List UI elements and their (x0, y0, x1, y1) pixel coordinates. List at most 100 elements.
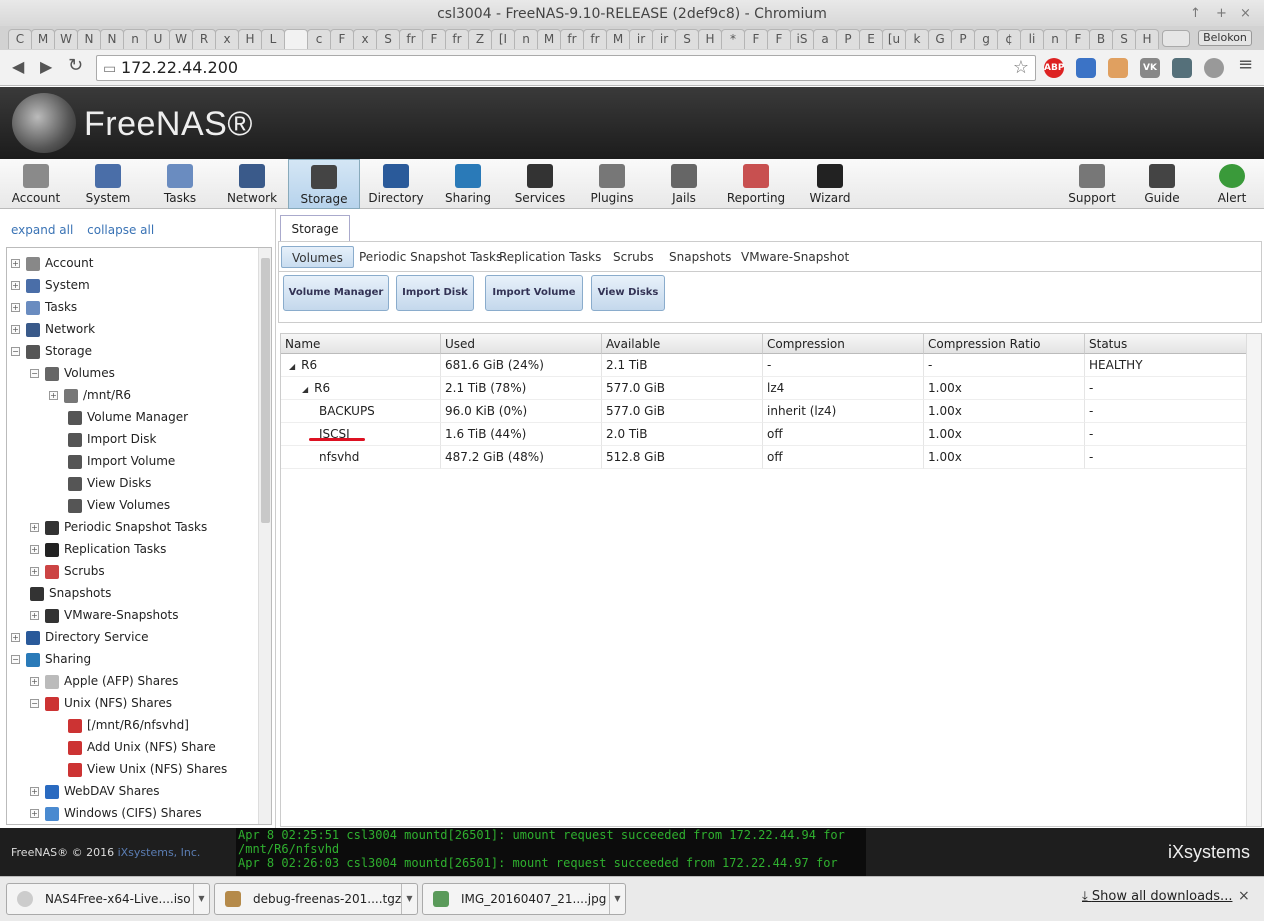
browser-tab[interactable]: P (836, 29, 860, 49)
expand-toggle-icon[interactable]: + (11, 281, 20, 290)
tree-item-system[interactable]: + System (11, 274, 90, 296)
browser-tab[interactable]: fr (560, 29, 584, 49)
browser-tab[interactable]: ir (629, 29, 653, 49)
extension-calendar-icon[interactable] (1076, 58, 1096, 78)
browser-tab[interactable]: n (1043, 29, 1067, 49)
menu-icon[interactable]: ≡ (1238, 54, 1253, 75)
tree-item-snapshots[interactable]: Snapshots (30, 582, 111, 604)
table-cell[interactable]: nfsvhd (281, 446, 441, 469)
browser-tab[interactable]: E (859, 29, 883, 49)
browser-tab[interactable]: x (353, 29, 377, 49)
table-cell[interactable]: HEALTHY (1085, 354, 1247, 377)
table-cell[interactable]: - (763, 354, 924, 377)
nav-wizard[interactable]: Wizard (794, 159, 866, 209)
import-disk-button[interactable]: Import Disk (396, 275, 474, 311)
browser-tab[interactable]: fr (445, 29, 469, 49)
tree-item-periodic-snapshot-tasks[interactable]: + Periodic Snapshot Tasks (30, 516, 207, 538)
subtab-vmware-snapshot[interactable]: VMware-Snapshot (731, 246, 859, 268)
expand-toggle-icon[interactable]: + (30, 523, 39, 532)
table-cell[interactable]: 2.1 TiB (78%) (441, 377, 602, 400)
expand-toggle-icon[interactable]: + (30, 787, 39, 796)
expand-triangle-icon[interactable]: ◢ (302, 385, 308, 394)
table-cell[interactable]: - (1085, 446, 1247, 469)
browser-tab[interactable] (284, 29, 308, 49)
column-header-compression[interactable]: Compression (763, 334, 924, 354)
browser-tab[interactable]: ¢ (997, 29, 1021, 49)
tree-scrollbar[interactable] (258, 248, 271, 824)
reload-icon[interactable]: ↻ (68, 55, 83, 76)
nav-guide[interactable]: Guide (1126, 159, 1198, 209)
table-cell[interactable]: 512.8 GiB (602, 446, 763, 469)
back-icon[interactable]: ◀ (12, 57, 24, 76)
collapse-all-link[interactable]: collapse all (87, 223, 154, 237)
subtab-volumes[interactable]: Volumes (281, 246, 354, 268)
tree-item-mnt-r6[interactable]: + /mnt/R6 (49, 384, 131, 406)
column-header-compression-ratio[interactable]: Compression Ratio (924, 334, 1085, 354)
tree-item-unix-nfs-shares[interactable]: − Unix (NFS) Shares (30, 692, 172, 714)
subtab-periodic-snapshot-tasks[interactable]: Periodic Snapshot Tasks (349, 246, 512, 268)
subtab-snapshots[interactable]: Snapshots (659, 246, 741, 268)
browser-tab[interactable]: n (514, 29, 538, 49)
tree-item-import-disk[interactable]: Import Disk (68, 428, 156, 450)
browser-tab[interactable]: iS (790, 29, 814, 49)
table-cell[interactable]: - (1085, 400, 1247, 423)
bookmark-star-icon[interactable]: ☆ (1013, 56, 1029, 80)
browser-tab[interactable]: ir (652, 29, 676, 49)
show-all-downloads-link[interactable]: ⤓ Show all downloads... (1082, 889, 1232, 904)
expand-toggle-icon[interactable]: + (30, 545, 39, 554)
table-cell[interactable]: ◢ R6 (281, 354, 441, 377)
nav-tasks[interactable]: Tasks (144, 159, 216, 209)
tree-item-vmware-snapshots[interactable]: + VMware-Snapshots (30, 604, 178, 626)
browser-tab[interactable]: B (1089, 29, 1113, 49)
table-cell[interactable]: 577.0 GiB (602, 400, 763, 423)
browser-tab[interactable]: M (606, 29, 630, 49)
company-link[interactable]: iXsystems, Inc. (118, 846, 201, 859)
nav-reporting[interactable]: Reporting (720, 159, 792, 209)
expand-toggle-icon[interactable]: + (30, 677, 39, 686)
collapse-toggle-icon[interactable]: − (30, 699, 39, 708)
browser-tab[interactable]: fr (399, 29, 423, 49)
tree-item-add-unix-nfs-share[interactable]: Add Unix (NFS) Share (68, 736, 216, 758)
browser-tab[interactable]: U (146, 29, 170, 49)
expand-triangle-icon[interactable]: ◢ (289, 362, 295, 371)
expand-toggle-icon[interactable]: + (30, 567, 39, 576)
nav-services[interactable]: Services (504, 159, 576, 209)
subtab-scrubs[interactable]: Scrubs (603, 246, 664, 268)
collapse-toggle-icon[interactable]: − (30, 369, 39, 378)
browser-tab[interactable]: x (215, 29, 239, 49)
extension-face-icon[interactable] (1108, 58, 1128, 78)
tree-item-import-volume[interactable]: Import Volume (68, 450, 175, 472)
table-cell[interactable]: ◢ R6 (281, 377, 441, 400)
download-item-tgz[interactable]: debug-freenas-201....tgz ▼ (214, 883, 418, 915)
browser-tab[interactable]: N (77, 29, 101, 49)
browser-tab[interactable]: F (422, 29, 446, 49)
tree-item-scrubs[interactable]: + Scrubs (30, 560, 105, 582)
nav-jails[interactable]: Jails (648, 159, 720, 209)
tree-item-tasks[interactable]: + Tasks (11, 296, 77, 318)
browser-tab[interactable]: fr (583, 29, 607, 49)
nav-storage[interactable]: Storage (288, 159, 360, 209)
nav-support[interactable]: Support (1056, 159, 1128, 209)
browser-tab[interactable]: F (330, 29, 354, 49)
nav-alert[interactable]: Alert (1196, 159, 1264, 209)
table-cell[interactable]: off (763, 423, 924, 446)
browser-tab[interactable]: W (54, 29, 78, 49)
browser-tab[interactable]: g (974, 29, 998, 49)
tree-item-network[interactable]: + Network (11, 318, 95, 340)
extension-robot-icon[interactable] (1172, 58, 1192, 78)
collapse-toggle-icon[interactable]: − (11, 655, 20, 664)
browser-tab[interactable]: [u (882, 29, 906, 49)
table-cell[interactable]: inherit (lz4) (763, 400, 924, 423)
table-cell[interactable]: - (924, 354, 1085, 377)
nav-plugins[interactable]: Plugins (576, 159, 648, 209)
expand-toggle-icon[interactable]: + (49, 391, 58, 400)
browser-tab[interactable]: G (928, 29, 952, 49)
browser-tab[interactable]: H (238, 29, 262, 49)
tree-item-replication-tasks[interactable]: + Replication Tasks (30, 538, 166, 560)
chevron-down-icon[interactable]: ▼ (609, 884, 625, 914)
browser-tab[interactable]: P (951, 29, 975, 49)
expand-toggle-icon[interactable]: + (11, 259, 20, 268)
column-header-status[interactable]: Status (1085, 334, 1247, 354)
download-item-jpg[interactable]: IMG_20160407_21....jpg ▼ (422, 883, 626, 915)
browser-tab[interactable]: n (123, 29, 147, 49)
